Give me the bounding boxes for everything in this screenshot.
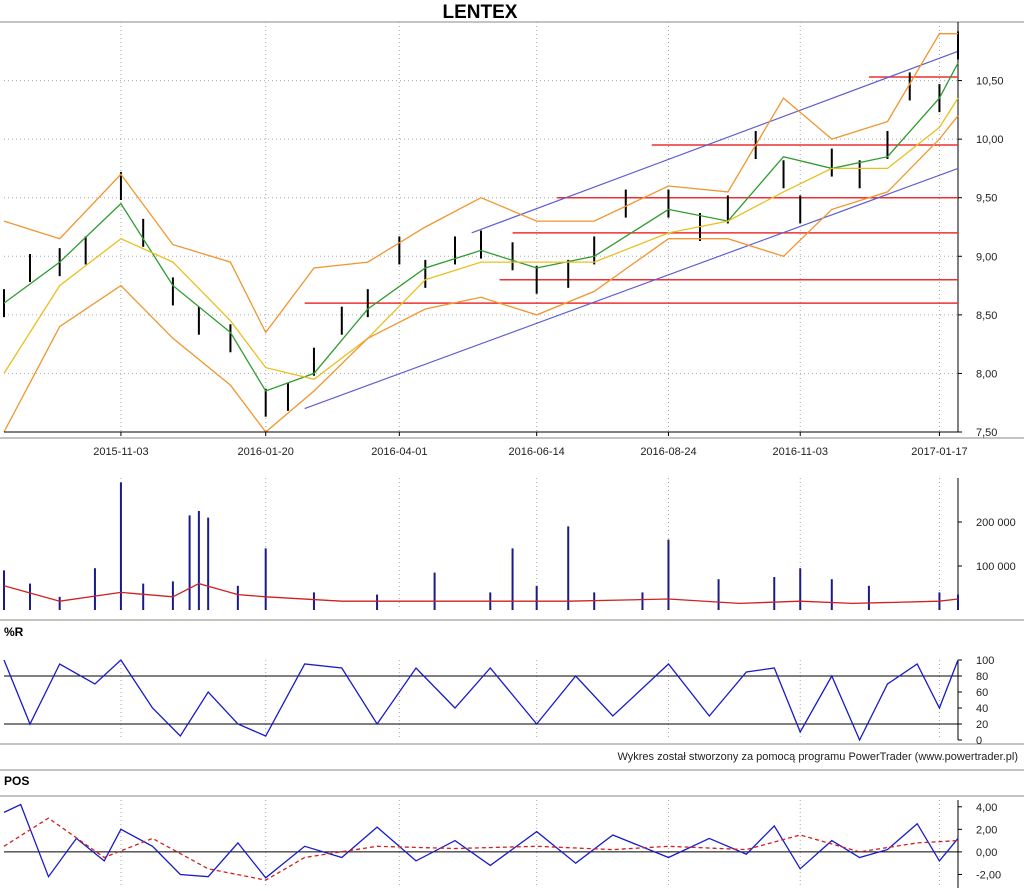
williams-r-y-tick-label: 100 bbox=[976, 655, 994, 667]
chart-canvas: 7,508,008,509,009,5010,0010,50100 000200… bbox=[0, 21, 1024, 888]
ohlc-bars bbox=[3, 31, 959, 417]
pos-series-0 bbox=[3, 803, 959, 879]
williams-r-y-tick-label: 80 bbox=[976, 671, 988, 683]
pos-y-tick-label: 0,00 bbox=[976, 847, 997, 859]
x-tick-label: 2016-06-14 bbox=[509, 446, 565, 458]
x-tick-label: 2016-01-20 bbox=[238, 446, 294, 458]
williams-r-y-tick-label: 0 bbox=[976, 735, 982, 747]
volume-bars bbox=[3, 482, 959, 610]
volume-y-tick-label: 200 000 bbox=[976, 517, 1016, 529]
price-series-1 bbox=[3, 62, 959, 392]
volume-series-1 bbox=[3, 582, 959, 605]
price-y-tick-label: 10,50 bbox=[976, 76, 1004, 88]
price-y-tick-label: 7,50 bbox=[976, 427, 997, 439]
price-y-tick-label: 8,50 bbox=[976, 310, 997, 322]
price-y-tick-label: 9,00 bbox=[976, 251, 997, 263]
x-tick-label: 2015-11-03 bbox=[93, 446, 148, 458]
pos-y-tick-label: -2,00 bbox=[976, 869, 1001, 881]
volume-y-tick-label: 100 000 bbox=[976, 561, 1016, 573]
pos-y-tick-label: 4,00 bbox=[976, 802, 997, 814]
price-series-3 bbox=[3, 33, 958, 334]
x-tick-label: 2017-01-17 bbox=[911, 446, 967, 458]
chart-stage: LENTEX %R Wykres został stworzony za pom… bbox=[0, 0, 1024, 891]
trend-channel-line bbox=[304, 167, 959, 410]
williams-r-y-tick-label: 60 bbox=[976, 687, 988, 699]
williams-r-y-tick-label: 40 bbox=[976, 703, 988, 715]
price-y-tick-label: 8,00 bbox=[976, 368, 997, 380]
price-y-tick-label: 10,00 bbox=[976, 134, 1004, 146]
williams-r-series-0 bbox=[3, 659, 959, 742]
williams-r-y-tick-label: 20 bbox=[976, 719, 988, 731]
price-series-4 bbox=[3, 115, 959, 433]
pos-y-tick-label: 2,00 bbox=[976, 824, 997, 836]
x-tick-label: 2016-11-03 bbox=[773, 446, 828, 458]
pos-series-1 bbox=[3, 817, 959, 881]
trend-channel-line bbox=[471, 50, 959, 234]
x-tick-label: 2016-08-24 bbox=[640, 446, 696, 458]
x-tick-label: 2016-04-01 bbox=[371, 446, 427, 458]
price-y-tick-label: 9,50 bbox=[976, 193, 997, 205]
